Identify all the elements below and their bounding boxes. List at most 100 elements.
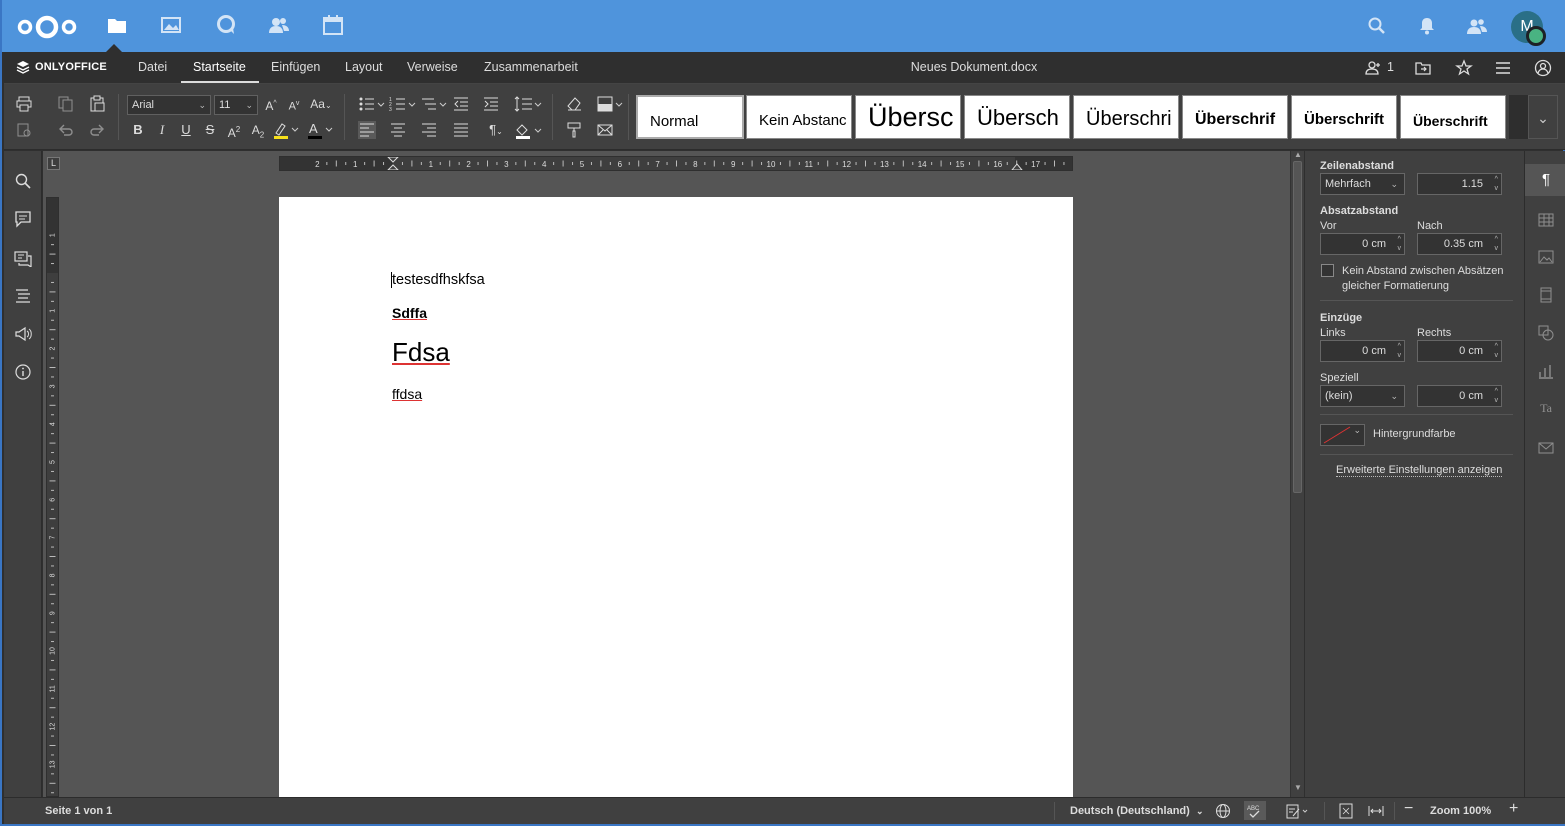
menu-icon[interactable] [1494, 59, 1512, 77]
text-art-settings-icon[interactable]: Ta [1537, 399, 1555, 417]
account-icon[interactable] [1534, 59, 1552, 77]
search-icon[interactable] [14, 172, 32, 190]
zoom-out-icon[interactable]: − [1404, 800, 1413, 818]
contacts-icon[interactable] [268, 14, 290, 36]
line-spacing-value-input[interactable]: 1.15 ^ v [1417, 173, 1502, 195]
no-spacing-checkbox[interactable] [1321, 264, 1334, 277]
align-center-icon[interactable] [389, 121, 407, 139]
font-name-select[interactable]: Arial ⌄ [127, 95, 211, 115]
numbering-icon[interactable]: 123 [389, 95, 417, 113]
spacing-before-input[interactable]: 0 cm ^ v [1320, 233, 1405, 255]
paragraph-1[interactable]: testesdfhskfsa [392, 272, 485, 288]
font-size-select[interactable]: 11 ⌄ [214, 95, 258, 115]
paragraph-shading-icon[interactable] [514, 121, 542, 139]
open-location-icon[interactable] [1414, 59, 1432, 77]
spinner-icon[interactable]: ^ v [1495, 175, 1499, 193]
chat-icon[interactable] [14, 249, 32, 267]
style-heading-4[interactable]: Überschrif [1182, 95, 1288, 139]
style-normal[interactable]: Normal [636, 95, 744, 139]
users-icon[interactable] [1365, 59, 1383, 77]
track-changes-icon[interactable] [1286, 803, 1310, 819]
tab-stop-selector[interactable]: L [47, 157, 60, 170]
scroll-down-icon[interactable]: ▼ [1294, 783, 1302, 792]
copy-icon[interactable] [57, 95, 75, 113]
zoom-level[interactable]: Zoom 100% [1430, 805, 1491, 817]
shape-settings-icon[interactable] [1537, 324, 1555, 342]
tab-zusammenarbeit[interactable]: Zusammenarbeit [484, 60, 578, 74]
align-right-icon[interactable] [420, 121, 438, 139]
search-icon[interactable] [1367, 16, 1387, 36]
undo-icon[interactable] [57, 121, 75, 139]
nonprinting-characters-icon[interactable]: ¶⌄ [482, 121, 510, 139]
underline-icon[interactable]: U [177, 121, 195, 139]
line-spacing-icon[interactable] [514, 95, 542, 113]
increase-indent-icon[interactable] [482, 95, 500, 113]
page-indicator[interactable]: Seite 1 von 1 [45, 805, 112, 817]
decrease-font-icon[interactable]: Av [285, 95, 303, 113]
header-footer-settings-icon[interactable] [1537, 286, 1555, 304]
tab-startseite[interactable]: Startseite [193, 60, 246, 74]
spinner-icon[interactable]: ^ v [1495, 342, 1499, 360]
photos-icon[interactable] [160, 14, 182, 36]
special-indent-select[interactable]: (kein) ⌄ [1320, 385, 1405, 407]
notifications-icon[interactable] [1417, 16, 1437, 36]
scroll-up-icon[interactable]: ▲ [1294, 150, 1302, 159]
copy-style-icon[interactable] [565, 121, 583, 139]
decrease-indent-icon[interactable] [452, 95, 470, 113]
comments-icon[interactable] [14, 210, 32, 228]
highlight-color-icon[interactable] [272, 121, 300, 139]
nextcloud-logo[interactable] [16, 12, 78, 42]
tab-verweise[interactable]: Verweise [407, 60, 458, 74]
document-page[interactable]: testesdfhskfsa Sdffa Fdsa ffdsa [279, 197, 1073, 797]
color-scheme-icon[interactable] [596, 95, 624, 113]
advanced-settings-link[interactable]: Erweiterte Einstellungen anzeigen [1336, 464, 1503, 477]
horizontal-ruler[interactable]: 2 1 1 2 3 4 5 6 7 8 9 10 11 12 13 14 15 16 17 [279, 156, 1073, 171]
favorite-star-icon[interactable] [1455, 59, 1473, 77]
styles-more-button[interactable]: ⌄ [1528, 95, 1558, 139]
document-language-icon[interactable] [1215, 803, 1231, 819]
paragraph-settings-icon[interactable]: ¶ [1537, 171, 1555, 189]
strikethrough-icon[interactable]: S [201, 121, 219, 139]
font-color-icon[interactable]: A [306, 121, 334, 139]
change-case-icon[interactable]: Aa⌄ [307, 95, 335, 113]
bold-icon[interactable]: B [129, 121, 147, 139]
paragraph-3[interactable]: Fdsa [392, 337, 450, 368]
mail-merge-icon[interactable] [596, 121, 614, 139]
special-indent-amount-input[interactable]: 0 cm ^ v [1417, 385, 1502, 407]
image-settings-icon[interactable] [1537, 248, 1555, 266]
style-heading-1[interactable]: Übersc [855, 95, 961, 139]
line-spacing-type-select[interactable]: Mehrfach ⌄ [1320, 173, 1405, 195]
paragraph-2[interactable]: Sdffa [392, 305, 427, 321]
fit-width-icon[interactable] [1368, 803, 1384, 819]
contacts-menu-icon[interactable] [1467, 16, 1487, 36]
zoom-in-icon[interactable]: + [1509, 800, 1518, 818]
fit-page-icon[interactable] [1338, 803, 1354, 819]
spinner-icon[interactable]: ^ v [1398, 235, 1402, 253]
about-info-icon[interactable] [14, 363, 32, 381]
indent-left-input[interactable]: 0 cm ^ v [1320, 340, 1405, 362]
vertical-scrollbar[interactable]: ▲ ▼ [1290, 150, 1304, 797]
right-indent-marker[interactable] [1011, 163, 1023, 170]
background-color-picker[interactable]: ⌄ [1320, 424, 1365, 446]
calendar-icon[interactable] [322, 14, 344, 36]
mail-merge-settings-icon[interactable] [1537, 439, 1555, 457]
vertical-ruler[interactable]: 1 1 2 3 4 5 6 7 8 9 10 11 12 13 [46, 197, 59, 797]
save-copy-icon[interactable] [15, 121, 33, 139]
print-icon[interactable] [15, 95, 33, 113]
superscript-icon[interactable]: A2 [225, 121, 243, 140]
table-settings-icon[interactable] [1537, 211, 1555, 229]
indent-right-input[interactable]: 0 cm ^ v [1417, 340, 1502, 362]
italic-icon[interactable]: I [153, 121, 171, 139]
style-heading-5[interactable]: Überschrift [1291, 95, 1397, 139]
justify-icon[interactable] [452, 121, 470, 139]
increase-font-icon[interactable]: A^ [262, 95, 280, 113]
navigation-icon[interactable] [14, 287, 32, 305]
spinner-icon[interactable]: ^ v [1495, 235, 1499, 253]
spacing-after-input[interactable]: 0.35 cm ^ v [1417, 233, 1502, 255]
tab-einfuegen[interactable]: Einfügen [271, 60, 320, 74]
style-heading-2[interactable]: Übersch [964, 95, 1070, 139]
scrollbar-thumb[interactable] [1293, 161, 1302, 493]
chart-settings-icon[interactable] [1537, 362, 1555, 380]
style-heading-6[interactable]: Überschrift [1400, 95, 1506, 139]
style-heading-3[interactable]: Überschri [1073, 95, 1179, 139]
